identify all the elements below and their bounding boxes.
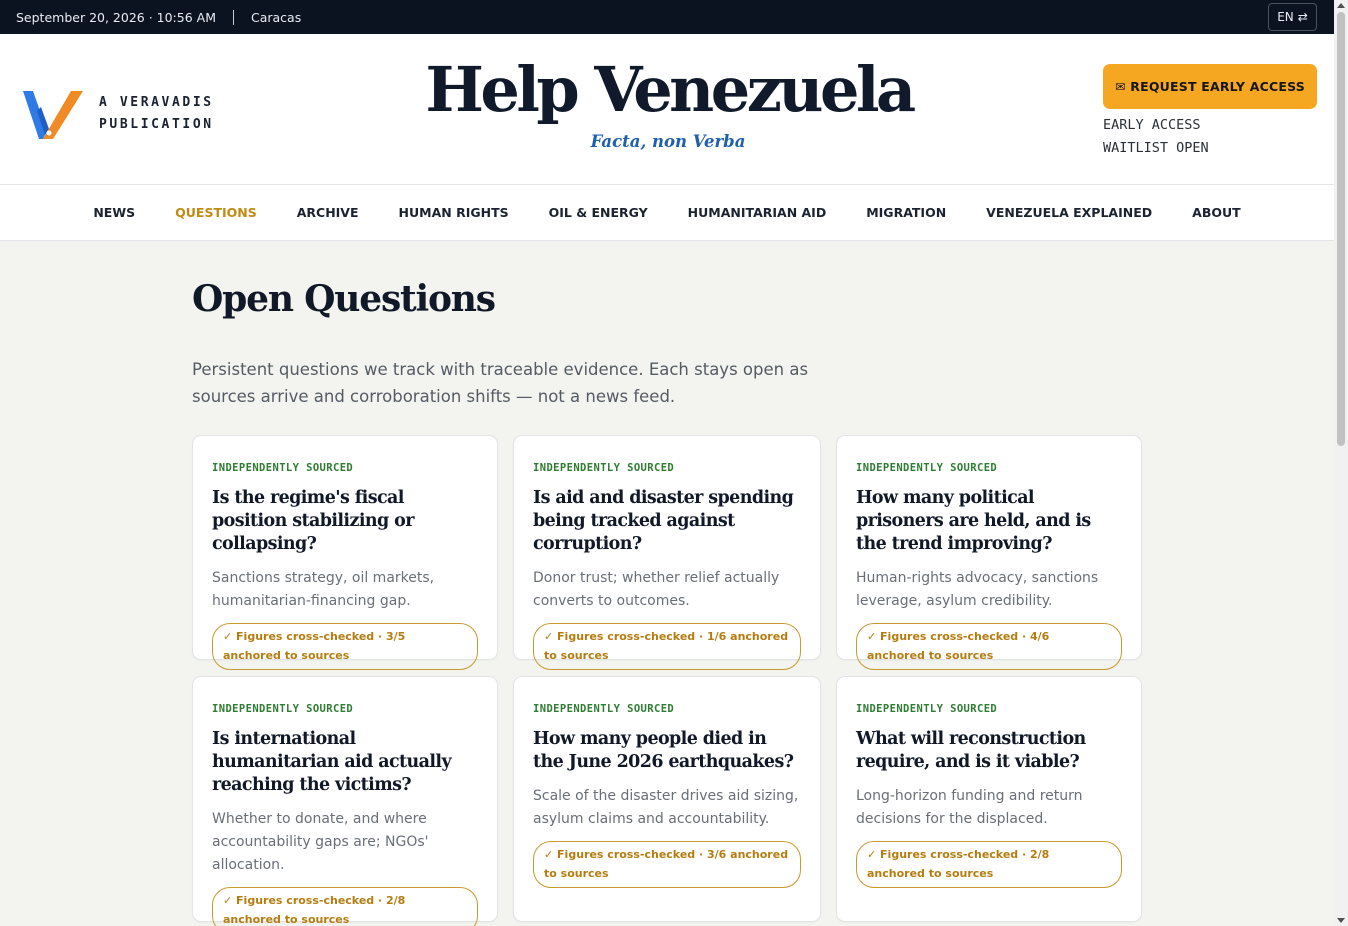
current-city: Caracas — [250, 9, 302, 25]
site-motto: Facta, non Verba — [590, 132, 746, 151]
top-bar: September 20, 2026 · 10:56 AM Caracas EN… — [0, 0, 1334, 34]
language-toggle-button[interactable]: EN ⇄ — [1268, 3, 1317, 31]
verification-badge: ✓ Figures cross-checked · 4/6 anchored t… — [856, 623, 1122, 670]
site-header: A VERAVADIS PUBLICATION Help Venezuela F… — [0, 34, 1334, 185]
question-card[interactable]: INDEPENDENTLY SOURCED How many political… — [836, 435, 1142, 670]
question-description: Whether to donate, and where accountabil… — [212, 811, 429, 873]
language-label: EN — [1277, 10, 1294, 24]
sourcing-tag: INDEPENDENTLY SOURCED — [212, 703, 354, 715]
page-title: Open Questions — [192, 278, 496, 320]
scrollbar-thumb[interactable] — [1337, 12, 1345, 446]
nav-item-news[interactable]: NEWS — [93, 205, 135, 220]
question-description: Long-horizon funding and return decision… — [856, 788, 1083, 827]
main-nav: NEWS QUESTIONS ARCHIVE HUMAN RIGHTS OIL … — [0, 185, 1334, 241]
question-card[interactable]: INDEPENDENTLY SOURCED Is aid and disaste… — [513, 435, 821, 670]
scroll-down-arrow-icon[interactable] — [1337, 918, 1345, 923]
topbar-divider — [232, 9, 234, 25]
question-card[interactable]: INDEPENDENTLY SOURCED Is international h… — [192, 676, 498, 926]
question-title[interactable]: Is the regime's fiscal position stabiliz… — [212, 487, 478, 556]
waitlist-line-2: WAITLIST OPEN — [1103, 140, 1209, 156]
site-title[interactable]: Help Venezuela — [420, 48, 918, 132]
scroll-up-arrow-icon[interactable] — [1337, 3, 1345, 8]
question-title[interactable]: Is aid and disaster spending being track… — [533, 487, 801, 556]
question-description: Sanctions strategy, oil markets, humanit… — [212, 570, 435, 609]
nav-item-migration[interactable]: MIGRATION — [866, 205, 946, 220]
swap-arrows-icon: ⇄ — [1297, 10, 1308, 24]
waitlist-status: EARLY ACCESS WAITLIST OPEN — [1103, 114, 1209, 160]
verification-badge: ✓ Figures cross-checked · 2/8 anchored t… — [856, 841, 1122, 888]
waitlist-line-1: EARLY ACCESS — [1103, 117, 1201, 133]
sourcing-tag: INDEPENDENTLY SOURCED — [856, 462, 998, 474]
question-card[interactable]: INDEPENDENTLY SOURCED How many people di… — [513, 676, 821, 922]
nav-item-humanitarian-aid[interactable]: HUMANITARIAN AID — [688, 205, 827, 220]
question-title[interactable]: How many political prisoners are held, a… — [856, 487, 1122, 556]
question-card[interactable]: INDEPENDENTLY SOURCED What will reconstr… — [836, 676, 1142, 922]
verification-badge: ✓ Figures cross-checked · 3/5 anchored t… — [212, 623, 478, 670]
question-title[interactable]: Is international humanitarian aid actual… — [212, 728, 478, 797]
nav-item-oil-energy[interactable]: OIL & ENERGY — [549, 205, 648, 220]
page-intro: Persistent questions we track with trace… — [192, 360, 809, 406]
sourcing-tag: INDEPENDENTLY SOURCED — [212, 462, 354, 474]
nav-item-about[interactable]: ABOUT — [1192, 205, 1241, 220]
question-card[interactable]: INDEPENDENTLY SOURCED Is the regime's fi… — [192, 435, 498, 670]
veravadis-logo-icon[interactable] — [23, 89, 85, 139]
current-datetime: September 20, 2026 · 10:56 AM — [16, 9, 216, 25]
publisher-line-2: PUBLICATION — [99, 117, 214, 132]
question-description: Donor trust; whether relief actually con… — [533, 570, 780, 609]
sourcing-tag: INDEPENDENTLY SOURCED — [533, 462, 675, 474]
request-early-access-button[interactable]: ✉ REQUEST EARLY ACCESS — [1103, 64, 1317, 109]
sourcing-tag: INDEPENDENTLY SOURCED — [533, 703, 675, 715]
publisher-line-1: A VERAVADIS — [99, 95, 214, 110]
question-title[interactable]: What will reconstruction require, and is… — [856, 728, 1122, 774]
question-description: Human-rights advocacy, sanctions leverag… — [856, 570, 1099, 609]
question-description: Scale of the disaster drives aid sizing,… — [533, 788, 799, 827]
verification-badge: ✓ Figures cross-checked · 1/6 anchored t… — [533, 623, 801, 670]
verification-badge: ✓ Figures cross-checked · 3/6 anchored t… — [533, 841, 801, 888]
verification-badge: ✓ Figures cross-checked · 2/8 anchored t… — [212, 887, 478, 926]
question-title[interactable]: How many people died in the June 2026 ea… — [533, 728, 801, 774]
question-card-grid: INDEPENDENTLY SOURCED Is the regime's fi… — [192, 435, 1142, 926]
nav-item-archive[interactable]: ARCHIVE — [297, 205, 359, 220]
page-scrollbar[interactable] — [1334, 0, 1348, 926]
nav-item-human-rights[interactable]: HUMAN RIGHTS — [399, 205, 509, 220]
nav-item-venezuela-explained[interactable]: VENEZUELA EXPLAINED — [986, 205, 1152, 220]
sourcing-tag: INDEPENDENTLY SOURCED — [856, 703, 998, 715]
nav-item-questions[interactable]: QUESTIONS — [175, 205, 257, 220]
publisher-label: A VERAVADIS PUBLICATION — [99, 92, 214, 136]
